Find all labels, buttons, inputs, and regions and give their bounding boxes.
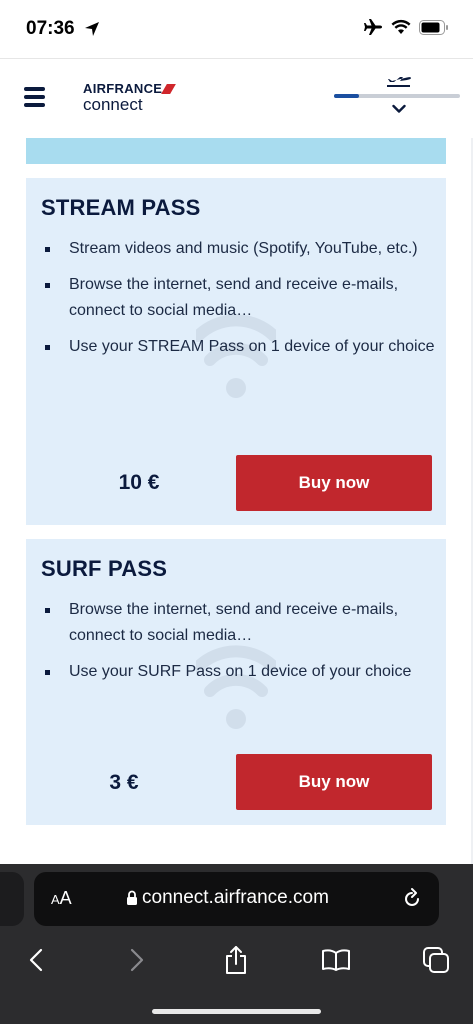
url-text: connect.airfrance.com [142, 887, 329, 908]
flight-progress-fill [334, 94, 360, 98]
address-bar[interactable]: AA connect.airfrance.com [34, 872, 439, 926]
feature-item: Browse the internet, send and receive e-… [41, 272, 441, 324]
feature-item: Browse the internet, send and receive e-… [41, 597, 441, 649]
buy-surf-pass-button[interactable]: Buy now [236, 754, 432, 810]
flight-progress-track [334, 94, 460, 98]
location-arrow-icon [85, 22, 99, 36]
forward-button[interactable] [115, 938, 159, 982]
feature-item: Stream videos and music (Spotify, YouTub… [41, 236, 441, 262]
status-bar: 07:36 [0, 0, 473, 58]
back-button[interactable] [14, 938, 58, 982]
pass-price: 3 € [109, 771, 139, 794]
bullet-icon [45, 670, 50, 675]
feature-item: Use your SURF Pass on 1 device of your c… [41, 659, 441, 685]
feature-list: Stream videos and music (Spotify, YouTub… [41, 236, 441, 370]
aa-small: A [51, 892, 60, 907]
pass-title: STREAM PASS [41, 195, 201, 220]
stream-pass-card: STREAM PASS Stream videos and music (Spo… [26, 178, 446, 525]
forward-icon [130, 948, 144, 972]
share-button[interactable] [214, 938, 258, 982]
flight-progress-widget[interactable] [334, 73, 460, 123]
feature-text: Browse the internet, send and receive e-… [69, 276, 399, 319]
back-icon [29, 948, 43, 972]
previous-tab-peek[interactable] [0, 872, 24, 926]
lock-icon [127, 890, 137, 905]
pass-title: SURF PASS [41, 556, 168, 581]
bookmarks-icon [322, 949, 350, 971]
url-display[interactable]: connect.airfrance.com [126, 887, 329, 909]
browser-nav-row [0, 938, 473, 982]
pass-price: 10 € [118, 471, 160, 494]
menu-icon[interactable] [24, 87, 45, 107]
browser-toolbar: AA connect.airfrance.com [0, 864, 473, 1024]
aa-big: A [59, 888, 72, 908]
page-settings-button[interactable]: AA [51, 888, 72, 909]
chevron-down-icon[interactable] [392, 104, 406, 114]
bookmarks-button[interactable] [314, 938, 358, 982]
brand-subtitle: connect [83, 95, 143, 114]
battery-icon [419, 19, 448, 35]
brand-name: AIRFRANCE [83, 81, 163, 96]
bullet-icon [45, 247, 50, 252]
wifi-icon [391, 19, 411, 34]
plane-icon [387, 77, 411, 87]
airplane-mode-icon [364, 19, 382, 35]
feature-text: Use your SURF Pass on 1 device of your c… [69, 663, 412, 680]
app-header: AIRFRANCE connect [0, 58, 473, 138]
buy-stream-pass-button[interactable]: Buy now [236, 455, 432, 511]
feature-text: Browse the internet, send and receive e-… [69, 601, 399, 644]
main-content: STREAM PASS Stream videos and music (Spo… [0, 138, 473, 864]
share-icon [226, 946, 246, 974]
feature-text: Stream videos and music (Spotify, YouTub… [69, 240, 418, 257]
feature-list: Browse the internet, send and receive e-… [41, 597, 441, 695]
feature-text: Use your STREAM Pass on 1 device of your… [69, 338, 435, 355]
feature-item: Use your STREAM Pass on 1 device of your… [41, 334, 441, 360]
reload-icon[interactable] [401, 887, 423, 909]
top-banner [26, 138, 446, 164]
status-icons [363, 18, 449, 36]
surf-pass-card: SURF PASS Browse the internet, send and … [26, 539, 446, 825]
bullet-icon [45, 345, 50, 350]
status-time: 07:36 [26, 18, 75, 39]
tabs-button[interactable] [414, 938, 458, 982]
bullet-icon [45, 608, 50, 613]
airfrance-connect-logo[interactable]: AIRFRANCE connect [83, 81, 177, 115]
tabs-icon [423, 947, 449, 973]
home-indicator [152, 1009, 321, 1014]
brand-slash-mark [161, 83, 177, 94]
bullet-icon [45, 283, 50, 288]
